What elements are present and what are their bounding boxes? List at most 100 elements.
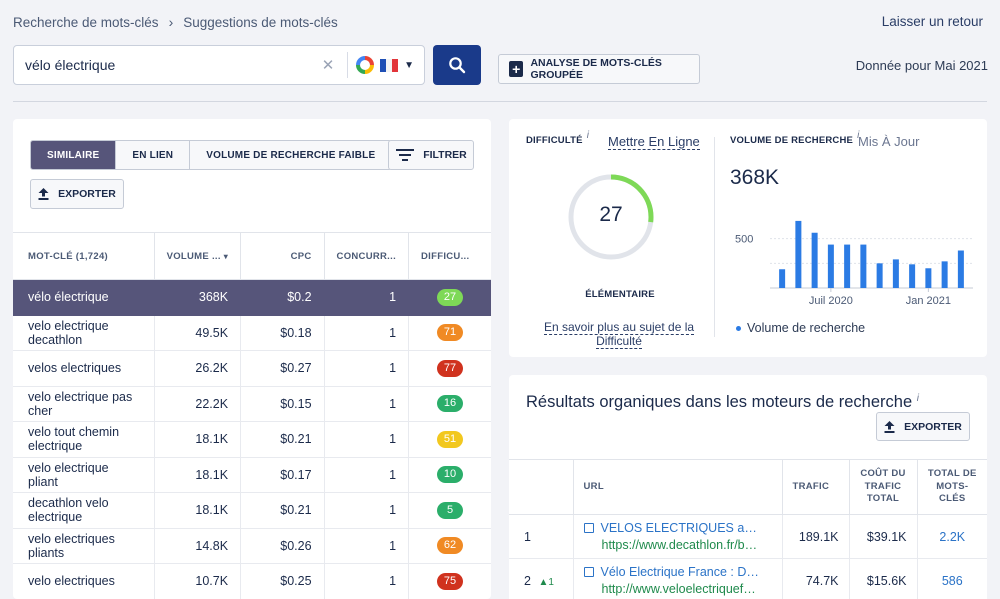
difficulty-badge: 5 xyxy=(437,501,463,519)
volume-bar[interactable] xyxy=(795,220,802,288)
update-difficulty-link[interactable]: Mettre En Ligne xyxy=(608,134,700,150)
keyword-cell[interactable]: velo electrique pliant xyxy=(13,457,155,493)
cpc-cell: $0.21 xyxy=(240,492,325,529)
volume-bar[interactable] xyxy=(957,250,964,288)
difficulty-cell: 51 xyxy=(408,421,491,458)
legend-dot xyxy=(736,325,741,331)
volume-cell: 10.7K xyxy=(154,563,242,599)
competition-cell: 1 xyxy=(324,563,410,599)
france-flag-icon[interactable] xyxy=(380,58,399,72)
keyword-cell[interactable]: velo electrique pas cher xyxy=(13,386,155,422)
table-row[interactable]: velo electrique pas cher 22.2K $0.15 1 16 xyxy=(13,386,491,422)
chevron-down-icon[interactable]: ▼ xyxy=(404,60,414,71)
table-row[interactable]: velo electriques 10.7K $0.25 1 75 xyxy=(13,563,491,599)
volume-bar[interactable] xyxy=(941,261,948,288)
column-keyword[interactable]: MOT-CLÉ (1,724) xyxy=(13,232,155,280)
data-date: Donnée pour Mai 2021 xyxy=(855,58,988,73)
tab-similar[interactable]: SIMILAIRE xyxy=(31,141,117,169)
volume-cell: 18.1K xyxy=(154,421,242,458)
search-input[interactable]: vélo électrique xyxy=(14,57,315,73)
volume-bar[interactable] xyxy=(779,269,786,288)
volume-bar[interactable] xyxy=(909,264,916,288)
column-total-keywords[interactable]: TOTAL DE MOTS-CLÉS xyxy=(917,459,987,515)
table-row[interactable]: vélo électrique 368K $0.2 1 27 xyxy=(13,279,491,316)
keyword-cell[interactable]: velo electriques xyxy=(13,563,155,599)
result-title-link[interactable]: VELOS ELECTRIQUES au meilleur prix xyxy=(583,521,760,535)
cpc-cell: $0.25 xyxy=(240,563,325,599)
difficulty-badge: 51 xyxy=(437,430,463,448)
keyword-cell[interactable]: velo electrique decathlon xyxy=(13,315,155,351)
column-cpc[interactable]: CPC xyxy=(240,232,325,280)
table-row[interactable]: decathlon velo electrique 18.1K $0.21 1 5 xyxy=(13,492,491,529)
difficulty-badge: 77 xyxy=(437,359,463,377)
difficulty-cell: 77 xyxy=(408,350,491,387)
bulk-analysis-button[interactable]: + ANALYSE DE MOTS-CLÉS GROUPÉE xyxy=(498,54,700,84)
tab-related[interactable]: EN LIEN xyxy=(116,141,191,169)
x-tick-label: Jan 2021 xyxy=(906,295,951,307)
export-organic-button[interactable]: EXPORTER xyxy=(876,412,970,441)
table-row[interactable]: velos electriques 26.2K $0.27 1 77 xyxy=(13,350,491,387)
difficulty-badge: 62 xyxy=(437,537,463,555)
export-keywords-button[interactable]: EXPORTER xyxy=(30,179,124,209)
volume-cell: 14.8K xyxy=(154,528,242,564)
google-icon[interactable] xyxy=(356,56,375,74)
result-url[interactable]: http://www.veloelectriquefrance.fr xyxy=(584,582,760,596)
column-difficulty[interactable]: DIFFICU... xyxy=(408,232,491,280)
difficulty-cell: 27 xyxy=(408,279,491,316)
feedback-link[interactable]: Laisser un retour xyxy=(882,14,983,29)
volume-bar[interactable] xyxy=(876,263,883,288)
traffic-cost-cell: $15.6K xyxy=(849,558,918,599)
volume-bar[interactable] xyxy=(860,244,867,288)
info-icon[interactable]: i xyxy=(917,393,919,404)
total-keywords-cell[interactable]: 586 xyxy=(917,558,987,599)
volume-bar[interactable] xyxy=(892,259,899,288)
difficulty-cell: 5 xyxy=(408,492,491,529)
filter-icon xyxy=(396,149,415,161)
result-title: VELOS ELECTRIQUES au meilleur prix xyxy=(600,521,760,535)
result-title-link[interactable]: Vélo Electrique France : Des experts xyxy=(583,565,760,579)
chart-legend: Volume de recherche xyxy=(736,321,865,335)
keyword-cell[interactable]: decathlon velo electrique xyxy=(13,492,155,529)
volume-bar[interactable] xyxy=(827,244,834,288)
export-label: EXPORTER xyxy=(904,420,962,433)
learn-more-text: En savoir plus au sujet de la Difficulté xyxy=(543,320,695,349)
keyword-cell[interactable]: velos electriques xyxy=(13,350,155,387)
column-volume[interactable]: VOLUME ... ▾ xyxy=(154,232,242,280)
filter-label: FILTRER xyxy=(423,149,467,161)
organic-results-card: Résultats organiques dans les moteurs de… xyxy=(509,375,987,599)
keyword-cell[interactable]: vélo électrique xyxy=(13,279,155,316)
search-button[interactable] xyxy=(433,45,481,85)
close-icon[interactable]: ✕ xyxy=(315,56,341,74)
table-row[interactable]: velo tout chemin electrique 18.1K $0.21 1 51 xyxy=(13,421,491,458)
column-competition[interactable]: CONCURR... xyxy=(324,232,410,280)
result-url[interactable]: https://www.decathlon.fr/browse/velos-el… xyxy=(584,538,760,552)
cpc-cell: $0.26 xyxy=(240,528,325,564)
table-row[interactable]: velo electrique decathlon 49.5K $0.18 1 71 xyxy=(13,315,491,351)
organic-table: URL TRAFIC COÛT DU TRAFIC TOTAL TOTAL DE… xyxy=(509,459,987,599)
volume-cell: 26.2K xyxy=(154,350,242,387)
tab-low-volume[interactable]: VOLUME DE RECHERCHE FAIBLE xyxy=(190,141,392,169)
traffic-cell: 74.7K xyxy=(782,558,850,599)
column-traffic[interactable]: TRAFIC xyxy=(782,459,850,515)
column-traffic-cost[interactable]: COÛT DU TRAFIC TOTAL xyxy=(849,459,918,515)
total-keywords-cell[interactable]: 2.2K xyxy=(917,514,987,559)
volume-bar[interactable] xyxy=(844,244,851,288)
rank-change: ▲1 xyxy=(538,576,554,588)
table-row[interactable]: velo electrique pliant 18.1K $0.17 1 10 xyxy=(13,457,491,493)
breadcrumb: Recherche de mots-clés › Suggestions de … xyxy=(13,14,338,30)
competition-cell: 1 xyxy=(324,528,410,564)
breadcrumb-item-keyword-research[interactable]: Recherche de mots-clés xyxy=(13,15,159,30)
difficulty-badge: 10 xyxy=(437,466,463,484)
learn-more-link[interactable]: En savoir plus au sujet de la Difficulté xyxy=(539,320,699,349)
legend-label: Volume de recherche xyxy=(747,321,866,335)
keyword-cell[interactable]: velo tout chemin electrique xyxy=(13,421,155,458)
url-cell: VELOS ELECTRIQUES au meilleur prix https:… xyxy=(573,514,783,559)
upload-icon xyxy=(884,420,895,433)
volume-bar[interactable] xyxy=(811,232,818,288)
table-row[interactable]: velo electriques pliants 14.8K $0.26 1 62 xyxy=(13,528,491,564)
keyword-cell[interactable]: velo electriques pliants xyxy=(13,528,155,564)
volume-bar[interactable] xyxy=(925,268,932,288)
column-url[interactable]: URL xyxy=(573,459,783,515)
info-icon[interactable]: i xyxy=(587,130,589,141)
filter-button[interactable]: FILTRER xyxy=(388,140,474,170)
